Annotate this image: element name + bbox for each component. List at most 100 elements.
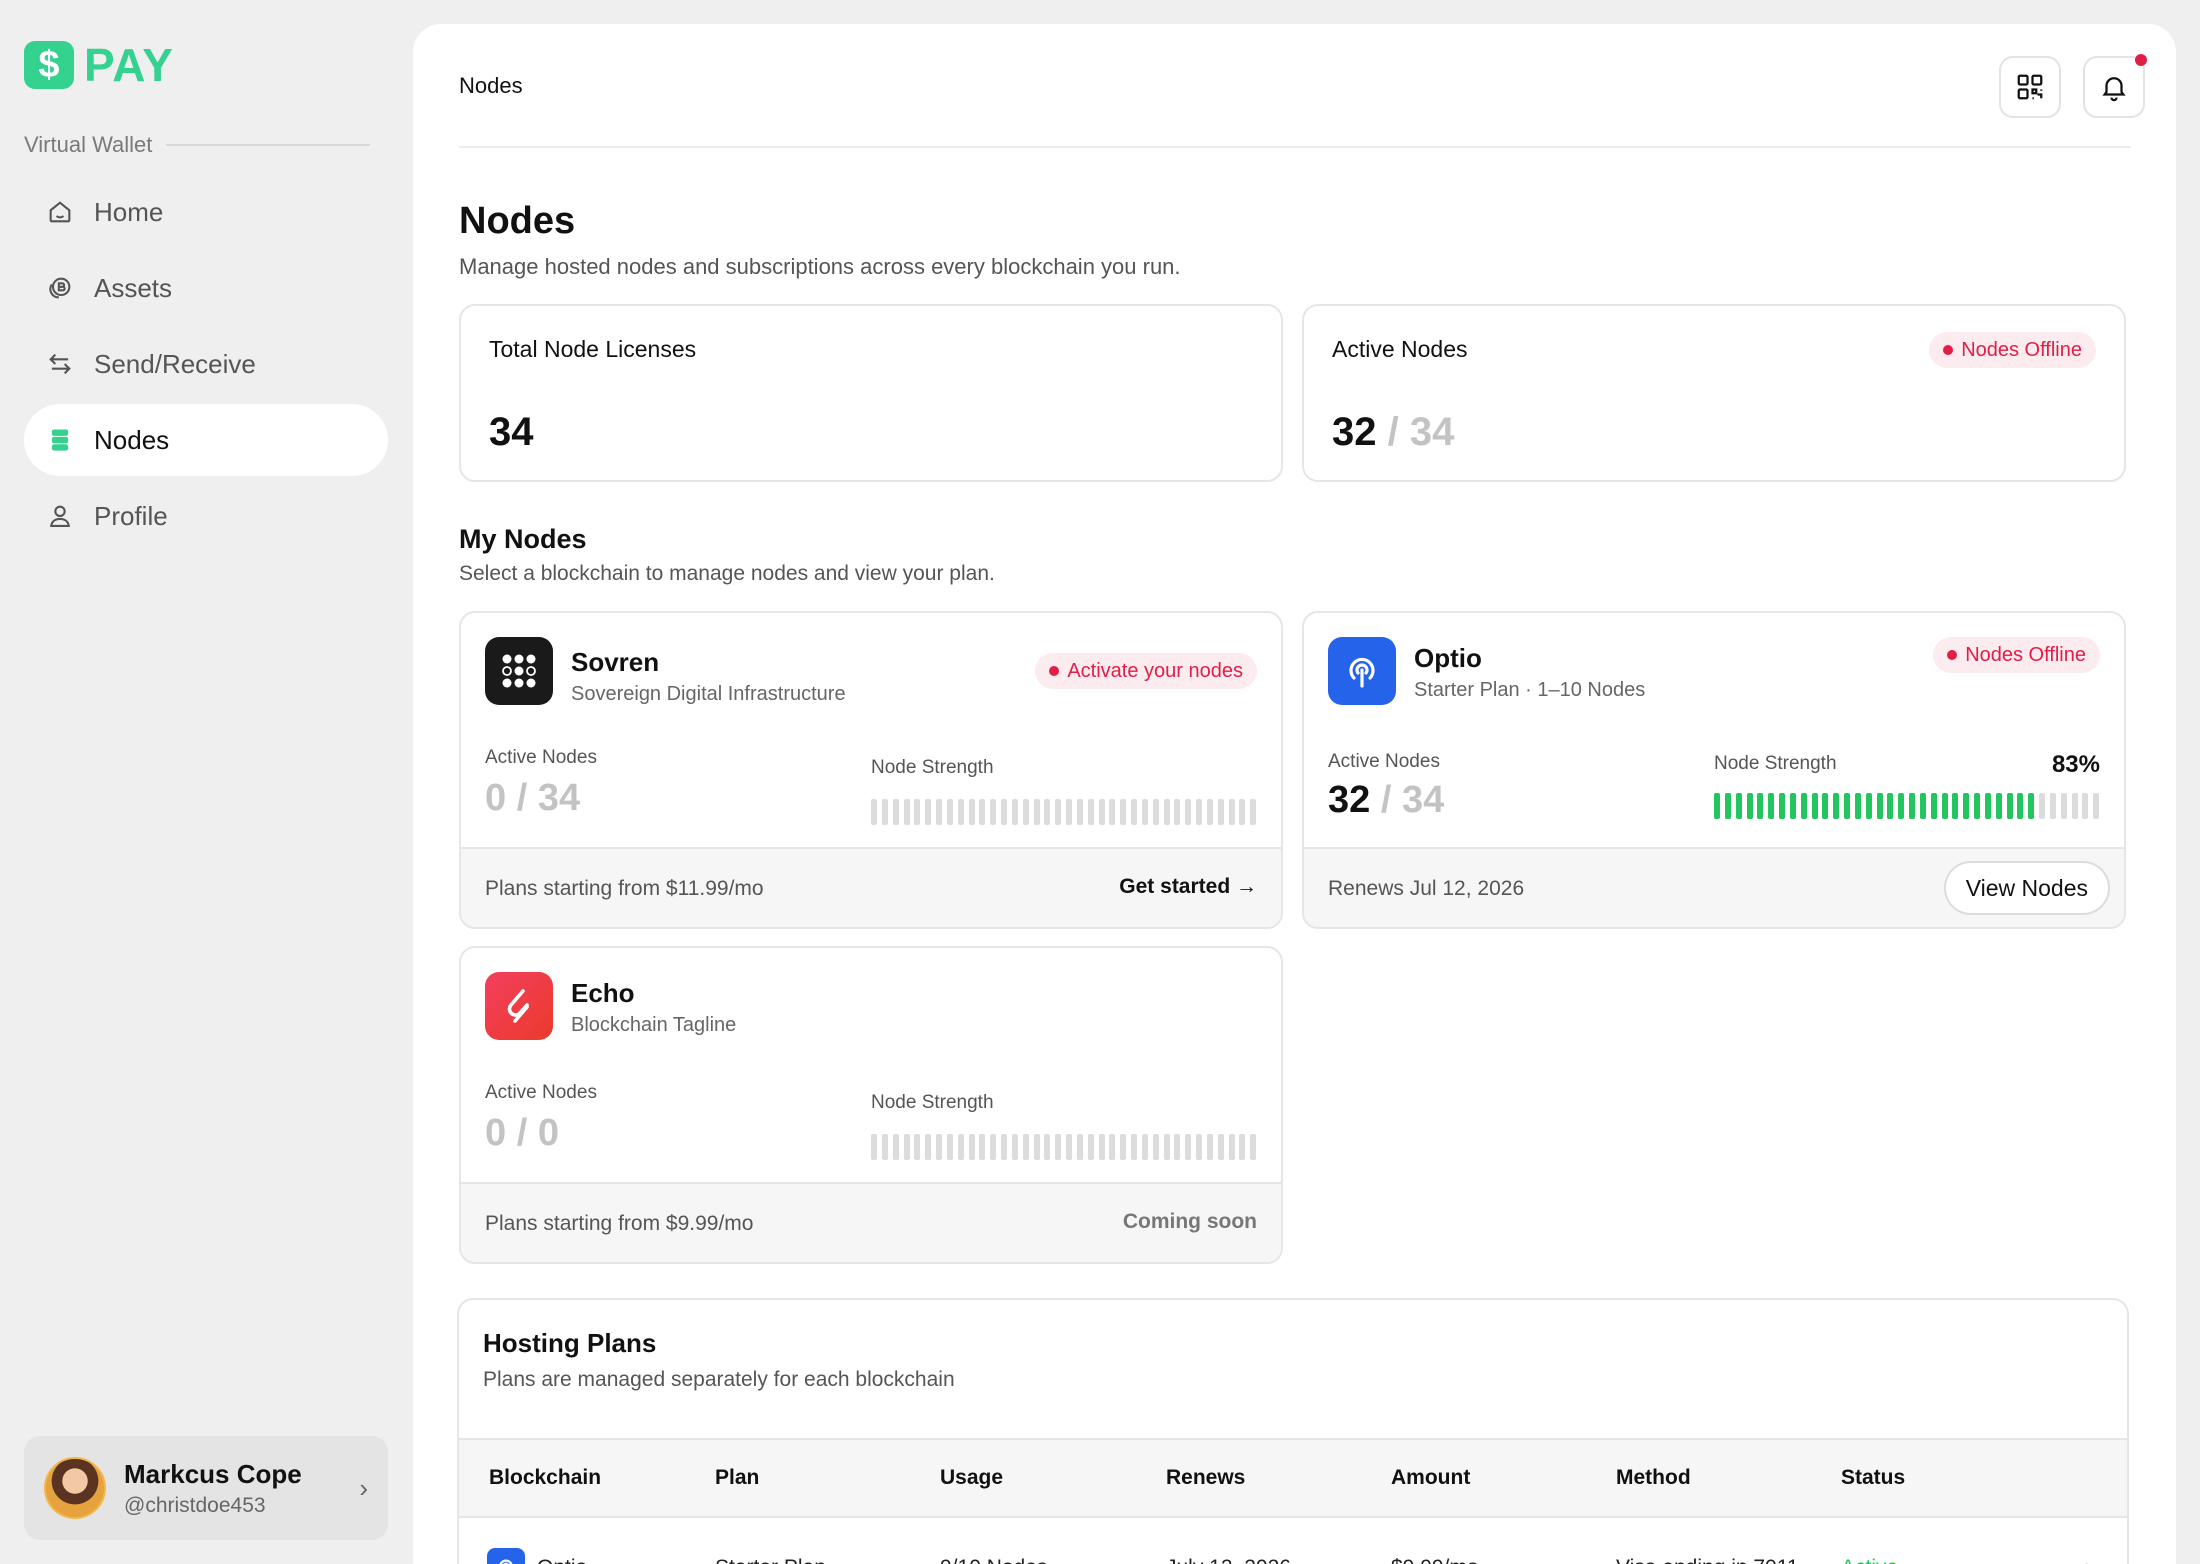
active-nodes-label: Active Nodes xyxy=(1328,751,1440,772)
stat-label: Active Nodes xyxy=(1332,336,1468,362)
strength-segment xyxy=(1174,1134,1181,1160)
column-header: Blockchain xyxy=(489,1466,602,1489)
sidebar-item-assets[interactable]: Assets xyxy=(24,252,388,324)
strength-segment xyxy=(1800,793,1807,819)
strength-segment xyxy=(1250,799,1257,825)
sidebar-item-nodes[interactable]: Nodes xyxy=(24,404,388,476)
blockchain-name: Optio xyxy=(1414,643,1482,673)
strength-segment xyxy=(979,799,986,825)
strength-segment xyxy=(892,1134,899,1160)
strength-segment xyxy=(1854,793,1861,819)
column-header: Usage xyxy=(940,1466,1004,1489)
strength-segment xyxy=(1779,793,1785,819)
node-strength-label: Node Strength xyxy=(871,1092,994,1113)
hosting-plans-panel: Hosting Plans Plans are managed separate… xyxy=(457,1298,2129,1564)
strength-segment xyxy=(914,1134,921,1160)
node-strength-label: Node Strength xyxy=(1714,753,1837,774)
node-card-optio[interactable]: Optio Starter Plan · 1–10 Nodes Nodes Of… xyxy=(1302,611,2126,929)
strength-segment xyxy=(2060,793,2067,819)
chevron-right-icon: › xyxy=(359,1472,368,1503)
notifications-button[interactable] xyxy=(2083,54,2147,118)
card-footer: Plans starting from $11.99/mo Get starte… xyxy=(461,847,1281,927)
strength-segment xyxy=(903,1134,910,1160)
user-profile-card[interactable]: Markcus Cope @christdoe453 › xyxy=(24,1436,388,1540)
sidebar: $ PAY Virtual Wallet Home Assets Send/Re… xyxy=(0,0,410,1564)
strength-segment xyxy=(1044,1134,1051,1160)
notification-badge xyxy=(2135,54,2147,66)
transfer-icon xyxy=(46,350,74,378)
sidebar-item-profile[interactable]: Profile xyxy=(24,480,388,552)
strength-segment xyxy=(903,799,910,825)
status-text: Nodes Offline xyxy=(1961,338,2082,361)
cell-blockchain: Optio xyxy=(537,1556,587,1564)
view-nodes-button[interactable]: View Nodes xyxy=(1943,861,2110,915)
plan-price-text: Plans starting from $11.99/mo xyxy=(485,877,764,900)
strength-segment xyxy=(1131,1134,1137,1160)
strength-segment xyxy=(1163,799,1170,825)
strength-segment xyxy=(1952,793,1959,819)
node-card-sovren[interactable]: Sovren Sovereign Digital Infrastructure … xyxy=(459,611,1283,929)
strength-segment xyxy=(1898,793,1905,819)
node-strength-meter xyxy=(871,799,1261,825)
user-info: Markcus Cope @christdoe453 xyxy=(124,1459,341,1518)
stat-total-licenses: Total Node Licenses 34 xyxy=(459,304,1283,482)
dollar-logo-icon: $ xyxy=(24,41,74,89)
database-icon xyxy=(46,426,74,454)
strength-segment xyxy=(1228,799,1235,825)
active-count: 32 xyxy=(1328,779,1371,821)
total-count: / 34 xyxy=(516,777,581,819)
strength-segment xyxy=(892,799,899,825)
renewal-text: Renews Jul 12, 2026 xyxy=(1328,877,1525,900)
badge-text: Activate your nodes xyxy=(1067,659,1243,682)
strength-segment xyxy=(1250,1134,1257,1160)
strength-segment xyxy=(1076,799,1083,825)
active-count: 32 xyxy=(1332,410,1377,454)
node-card-echo[interactable]: Echo Blockchain Tagline Active Nodes 0 /… xyxy=(459,946,1283,1264)
strength-segment xyxy=(1087,1134,1094,1160)
strength-segment xyxy=(1109,1134,1116,1160)
active-nodes-label: Active Nodes xyxy=(485,747,597,768)
strength-segment xyxy=(979,1134,986,1160)
sidebar-item-home[interactable]: Home xyxy=(24,176,388,248)
status-dot xyxy=(1943,345,1954,355)
strength-segment xyxy=(1120,1134,1127,1160)
strength-segment xyxy=(2071,793,2078,819)
plan-price-text: Plans starting from $9.99/mo xyxy=(485,1212,754,1235)
strength-segment xyxy=(968,1134,975,1160)
sidebar-item-label: Send/Receive xyxy=(94,348,256,379)
divider xyxy=(166,144,370,146)
get-started-button[interactable]: Get started → xyxy=(1119,875,1257,899)
strength-segment xyxy=(968,799,975,825)
strength-segment xyxy=(1141,799,1148,825)
strength-segment xyxy=(946,1134,953,1160)
sidebar-item-label: Nodes xyxy=(94,424,170,455)
strength-segment xyxy=(1098,799,1105,825)
strength-segment xyxy=(1217,799,1224,825)
strength-segment xyxy=(936,1134,942,1160)
strength-segment xyxy=(1239,1134,1246,1160)
app-logo[interactable]: $ PAY xyxy=(24,38,174,92)
strength-segment xyxy=(936,799,942,825)
strength-segment xyxy=(1811,793,1818,819)
qr-code-button[interactable] xyxy=(1999,56,2061,118)
strength-segment xyxy=(2039,793,2045,819)
strength-segment xyxy=(1844,793,1850,819)
strength-segment xyxy=(946,799,953,825)
strength-segment xyxy=(1984,793,1991,819)
strength-segment xyxy=(990,1134,997,1160)
column-header: Plan xyxy=(715,1466,760,1489)
section-label-text: Virtual Wallet xyxy=(24,132,153,157)
main-panel: Nodes Nodes Manage hosted nodes and subs… xyxy=(413,24,2176,1564)
strength-segment xyxy=(1724,793,1731,819)
blockchain-tagline: Starter Plan · 1–10 Nodes xyxy=(1414,679,1646,701)
chevron-right-icon[interactable]: › xyxy=(2084,1552,2093,1564)
strength-segment xyxy=(871,799,877,825)
sidebar-item-send-receive[interactable]: Send/Receive xyxy=(24,328,388,400)
sidebar-section-label: Virtual Wallet xyxy=(24,132,370,158)
bell-icon xyxy=(2102,77,2126,102)
coin-icon xyxy=(46,274,74,302)
card-footer: Plans starting from $9.99/mo Coming soon xyxy=(461,1182,1281,1262)
column-header: Method xyxy=(1616,1466,1691,1489)
table-row[interactable]: Optio Starter Plan 9/10 Nodes July 12, 2… xyxy=(459,1518,2127,1564)
activate-badge[interactable]: Activate your nodes xyxy=(1035,653,1257,689)
